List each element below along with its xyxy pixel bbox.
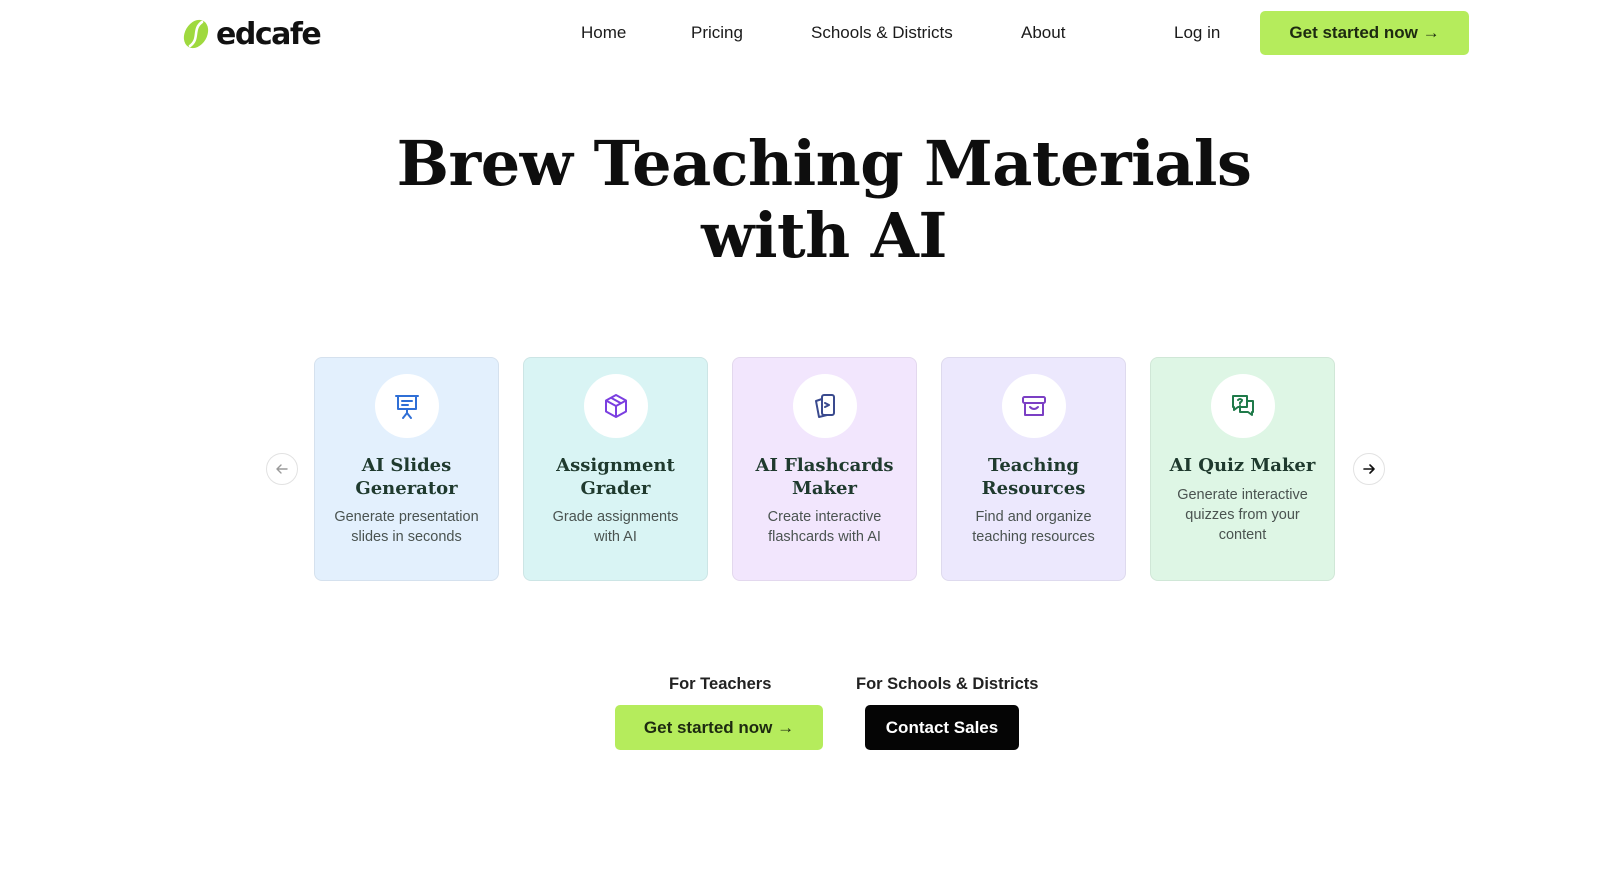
- card-title-line2: Generator: [355, 478, 458, 499]
- quiz-chat-icon: [1232, 395, 1254, 416]
- card-title-line1: AI Quiz Maker: [1169, 455, 1316, 476]
- flashcards-icon: [815, 394, 835, 418]
- teachers-get-started-button[interactable]: Get started now →: [615, 705, 823, 750]
- card-title-line1: Teaching: [987, 455, 1079, 476]
- card-desc-line1: Create interactive: [767, 509, 882, 525]
- header-get-started-button[interactable]: Get started now →: [1260, 11, 1469, 55]
- card-desc-line3: content: [1218, 527, 1267, 543]
- arrow-right-icon: [1363, 464, 1375, 474]
- carousel-prev-button[interactable]: [266, 453, 298, 485]
- card-assignment-grader[interactable]: Assignment Grader Grade assignments with…: [523, 357, 708, 581]
- card-title-line1: AI Slides: [361, 455, 452, 476]
- card-desc-line1: Generate interactive: [1177, 487, 1308, 503]
- nav-about[interactable]: About: [1021, 23, 1065, 43]
- card-desc-line2: slides in seconds: [351, 529, 462, 545]
- card-title-line1: AI Flashcards: [755, 455, 894, 476]
- card-desc-line2: flashcards with AI: [768, 529, 881, 545]
- archive-box-icon: [1022, 396, 1046, 416]
- card-title-line2: Maker: [792, 478, 857, 499]
- carousel-next-button[interactable]: [1353, 453, 1385, 485]
- card-desc-line2: teaching resources: [972, 529, 1095, 545]
- card-ai-slides-generator[interactable]: AI Slides Generator Generate presentatio…: [314, 357, 499, 581]
- for-schools-label: For Schools & Districts: [856, 675, 1039, 693]
- arrow-left-icon: [276, 464, 288, 474]
- for-teachers-label: For Teachers: [669, 675, 772, 693]
- hero-title-line1: Brew Teaching Materials: [396, 127, 1252, 200]
- login-link[interactable]: Log in: [1174, 23, 1220, 43]
- card-title-line1: Assignment: [556, 455, 675, 476]
- edcafe-logo[interactable]: edcafe: [180, 14, 322, 54]
- nav-home[interactable]: Home: [581, 23, 626, 43]
- hero-title-line2: with AI: [701, 199, 947, 272]
- cube-icon: [605, 394, 627, 418]
- logo-text: edcafe: [216, 16, 322, 52]
- card-desc-line1: Find and organize: [975, 509, 1092, 525]
- coffee-bean-icon: [183, 19, 209, 49]
- contact-sales-button[interactable]: Contact Sales: [865, 705, 1019, 750]
- card-title-line2: Grader: [580, 478, 651, 499]
- card-ai-quiz-maker[interactable]: AI Quiz Maker Generate interactive quizz…: [1150, 357, 1335, 581]
- nav-pricing[interactable]: Pricing: [691, 23, 743, 43]
- presentation-board-icon: [395, 395, 419, 419]
- card-ai-flashcards-maker[interactable]: AI Flashcards Maker Create interactive f…: [732, 357, 917, 581]
- nav-schools-districts[interactable]: Schools & Districts: [811, 23, 953, 43]
- card-desc-line1: Generate presentation: [334, 509, 479, 525]
- card-desc-line1: Grade assignments: [552, 509, 679, 525]
- hero-title: Brew Teaching Materials with AI: [0, 128, 1610, 272]
- card-desc-line2: with AI: [594, 529, 637, 545]
- card-desc-line2: quizzes from your: [1185, 507, 1300, 523]
- card-title-line2: Resources: [981, 478, 1086, 499]
- card-teaching-resources[interactable]: Teaching Resources Find and organize tea…: [941, 357, 1126, 581]
